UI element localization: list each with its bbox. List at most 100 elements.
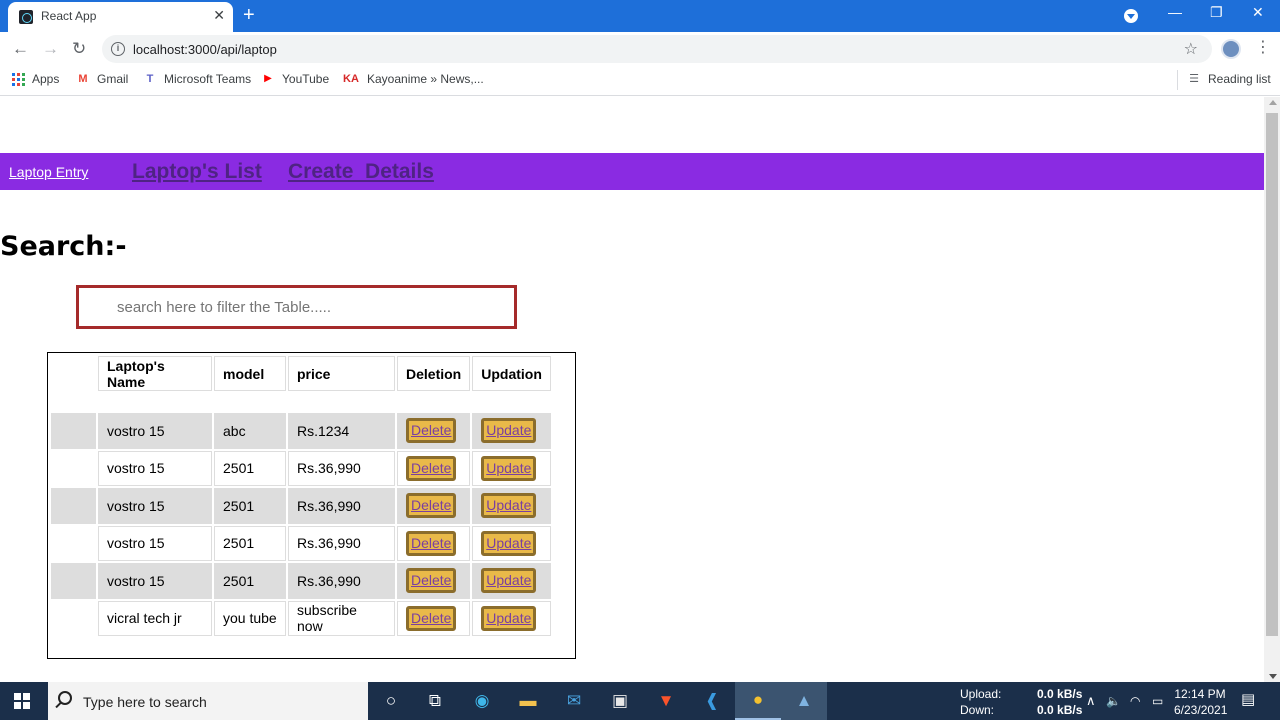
update-button[interactable]: Update (481, 568, 537, 594)
file-explorer-icon[interactable]: ▬ (505, 682, 551, 720)
nav-link-create-details[interactable]: Create Details (288, 160, 434, 184)
reading-list-button[interactable]: ☰ Reading list (1187, 72, 1271, 86)
speaker-icon[interactable]: 🔈 (1106, 693, 1121, 709)
header-name: Laptop's Name (98, 356, 212, 391)
bookmark-gmail[interactable]: M Gmail (76, 72, 128, 86)
browser-title-bar: React App ✕ + — ❐ ✕ (0, 0, 1280, 32)
network-speed-labels: Upload: Down: (960, 686, 1001, 718)
reload-icon[interactable]: ↻ (72, 39, 86, 59)
tab-close-icon[interactable]: ✕ (213, 7, 225, 24)
address-bar[interactable]: i localhost:3000/api/laptop ☆ (102, 35, 1212, 63)
tab-title: React App (41, 9, 97, 23)
table-row: vostro 15 2501 Rs.36,990 Delete Update (51, 488, 551, 524)
update-button[interactable]: Update (481, 455, 537, 481)
scroll-thumb[interactable] (1266, 113, 1278, 636)
delete-button[interactable]: Delete (406, 530, 457, 556)
table-spacer-row (51, 393, 551, 411)
bookmark-separator (1177, 70, 1178, 90)
cell-update: Update (472, 563, 551, 599)
edge-icon[interactable]: ◉ (459, 682, 505, 720)
apps-grid-icon (12, 72, 25, 86)
row-blank-cell (51, 488, 96, 524)
tab-search-icon[interactable] (1124, 9, 1138, 23)
cell-price: Rs.36,990 (288, 525, 395, 561)
battery-icon[interactable]: ▭ (1152, 693, 1163, 709)
cell-delete: Delete (397, 525, 471, 561)
reading-list-label: Reading list (1208, 72, 1271, 86)
notification-center-icon[interactable]: ▤ (1241, 692, 1255, 708)
scroll-down-arrow-icon[interactable] (1269, 674, 1277, 679)
minimize-icon[interactable]: — (1168, 4, 1182, 20)
update-button[interactable]: Update (481, 605, 537, 631)
page-scrollbar[interactable] (1264, 97, 1280, 682)
mail-icon[interactable]: ✉ (551, 682, 597, 720)
cell-delete: Delete (397, 563, 471, 599)
window-close-icon[interactable]: ✕ (1252, 4, 1264, 21)
delete-button[interactable]: Delete (406, 568, 457, 594)
vscode-icon[interactable]: ❰ (689, 682, 735, 720)
cell-delete: Delete (397, 600, 471, 636)
taskbar-search-box[interactable]: Type here to search (48, 682, 368, 720)
task-view-icon[interactable]: ⧉ (412, 682, 458, 720)
update-button[interactable]: Update (481, 530, 537, 556)
cell-update: Update (472, 450, 551, 486)
new-tab-button[interactable]: + (243, 4, 255, 27)
menu-kebab-icon[interactable]: ⋮ (1255, 37, 1271, 57)
header-deletion: Deletion (397, 356, 471, 391)
url-text[interactable]: localhost:3000/api/laptop (133, 42, 277, 57)
table-row: vostro 15 2501 Rs.36,990 Delete Update (51, 525, 551, 562)
site-info-icon[interactable]: i (111, 42, 125, 56)
cell-delete: Delete (397, 450, 471, 486)
delete-button[interactable]: Delete (406, 455, 457, 481)
back-icon[interactable]: ← (12, 39, 29, 59)
photos-icon[interactable]: ▲ (781, 682, 827, 720)
cell-price: subscribe now (288, 600, 395, 636)
cell-model: 2501 (214, 563, 286, 599)
restore-icon[interactable]: ❐ (1210, 4, 1223, 21)
row-blank-cell (51, 451, 96, 487)
update-button[interactable]: Update (481, 493, 537, 519)
table-row: vostro 15 2501 Rs.36,990 Delete Update (51, 450, 551, 487)
forward-icon[interactable]: → (42, 39, 59, 59)
scroll-up-arrow-icon[interactable] (1269, 100, 1277, 105)
cell-name: vostro 15 (98, 450, 212, 486)
nav-brand-link[interactable]: Laptop Entry (9, 164, 88, 180)
bookmark-kayoanime[interactable]: KA Kayoanime » News,... (342, 72, 484, 86)
profile-avatar[interactable] (1221, 39, 1241, 59)
clock-date: 6/23/2021 (1174, 703, 1228, 717)
bookmark-teams[interactable]: T Microsoft Teams (143, 72, 252, 86)
taskbar-clock[interactable]: 12:14 PM 6/23/2021 (1174, 686, 1228, 718)
bookmark-apps[interactable]: Apps (12, 72, 59, 86)
update-button[interactable]: Update (481, 418, 537, 444)
delete-button[interactable]: Delete (406, 418, 457, 444)
network-speed-values: 0.0 kB/s 0.0 kB/s (1037, 686, 1082, 718)
cortana-icon[interactable]: ○ (368, 682, 414, 720)
react-favicon-icon (19, 10, 33, 24)
wifi-icon[interactable]: ◠ (1130, 693, 1140, 709)
cell-price: Rs.36,990 (288, 563, 395, 599)
nav-link-laptops-list[interactable]: Laptop's List (132, 160, 262, 184)
bookmark-star-icon[interactable]: ☆ (1184, 39, 1198, 59)
cell-price: Rs.36,990 (288, 488, 395, 524)
delete-button[interactable]: Delete (406, 605, 457, 631)
brave-icon[interactable]: ▼ (643, 682, 689, 720)
cell-name: vostro 15 (98, 525, 212, 561)
cell-update: Update (472, 488, 551, 524)
show-hidden-icons-chevron-icon[interactable]: ∧ (1086, 693, 1096, 709)
windows-start-icon[interactable] (14, 693, 30, 709)
browser-tab[interactable]: React App ✕ (8, 2, 233, 32)
chrome-icon[interactable]: ● (735, 682, 781, 720)
cell-model: abc (214, 413, 286, 449)
header-updation: Updation (472, 356, 551, 391)
search-input[interactable] (76, 285, 517, 329)
download-value: 0.0 kB/s (1037, 703, 1083, 717)
cell-delete: Delete (397, 413, 471, 449)
cell-update: Update (472, 600, 551, 636)
row-blank-cell (51, 413, 96, 449)
header-blank (51, 356, 96, 391)
row-blank-cell (51, 526, 96, 562)
delete-button[interactable]: Delete (406, 493, 457, 519)
upload-value: 0.0 kB/s (1037, 687, 1083, 701)
bookmark-youtube[interactable]: ▶ YouTube (261, 72, 329, 86)
store-icon[interactable]: ▣ (597, 682, 643, 720)
